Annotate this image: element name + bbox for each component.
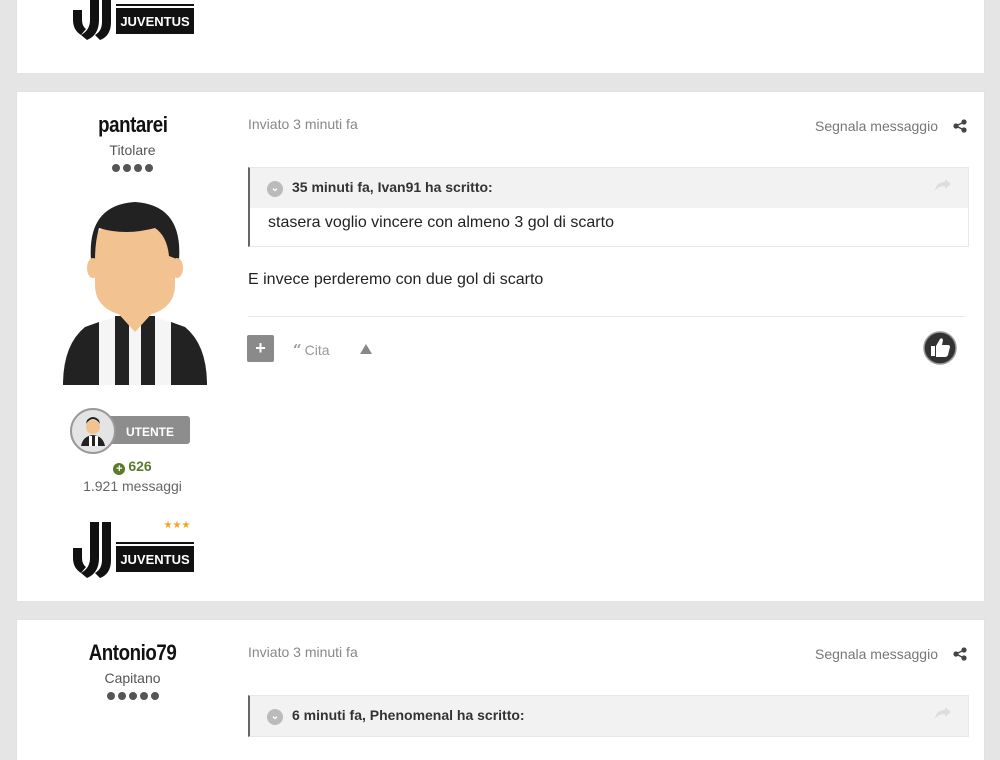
svg-text:JUVENTUS: JUVENTUS [120, 14, 190, 29]
quote-text: stasera voglio vincere con almeno 3 gol … [250, 208, 968, 246]
author-panel: Antonio79 Capitano [17, 640, 248, 702]
quote-block: ⌄ 35 minuti fa, Ivan91 ha scritto: stase… [248, 167, 969, 247]
rank-pips [17, 692, 248, 702]
svg-text:JUVENTUS: JUVENTUS [120, 552, 190, 567]
post-content: E invece perderemo con due gol di scarto [248, 271, 544, 288]
juventus-logo: ★★★ JUVENTUS [73, 520, 194, 578]
divider [248, 316, 966, 317]
post-card: Antonio79 Capitano Inviato 3 minuti fa S… [17, 620, 984, 760]
arrow-up-icon[interactable] [360, 344, 372, 354]
plus-icon[interactable]: + [247, 335, 274, 362]
quote-block: ⌄ 6 minuti fa, Phenomenal ha scritto: [248, 695, 969, 737]
rank-badge: UTENTE [70, 408, 190, 454]
author-panel: pantarei Titolare [17, 112, 248, 174]
post-date[interactable]: Inviato 3 minuti fa [248, 644, 358, 660]
forward-arrow-icon[interactable] [934, 706, 952, 720]
report-post-link[interactable]: Segnala messaggio [815, 118, 938, 134]
author-rank: Titolare [109, 142, 156, 158]
thumbs-up-icon[interactable] [923, 331, 957, 365]
quote-header: ⌄ 35 minuti fa, Ivan91 ha scritto: [250, 168, 968, 208]
chevron-down-icon[interactable]: ⌄ [267, 181, 283, 197]
author-name[interactable]: pantarei [98, 112, 168, 138]
quote-icon: “ [293, 341, 302, 359]
posts-count: 1.921 messaggi [83, 478, 182, 494]
reputation: +626 [17, 458, 248, 475]
post-card: pantarei Titolare UTENTE +626 1.921 mess… [17, 92, 984, 601]
chevron-down-icon[interactable]: ⌄ [267, 709, 283, 725]
author-name[interactable]: Antonio79 [89, 640, 177, 666]
svg-text:UTENTE: UTENTE [126, 425, 174, 439]
share-icon[interactable] [953, 647, 967, 661]
rank-pips [17, 164, 248, 174]
plus-circle-icon: + [113, 463, 126, 475]
quote-citation: 35 minuti fa, Ivan91 ha scritto: [292, 179, 493, 195]
quote-header: ⌄ 6 minuti fa, Phenomenal ha scritto: [250, 696, 968, 736]
report-post-link[interactable]: Segnala messaggio [815, 646, 938, 662]
quote-button[interactable]: “Cita [293, 341, 330, 359]
juventus-logo: JUVENTUS [73, 0, 194, 40]
author-rank: Capitano [104, 670, 161, 686]
svg-text:★★★: ★★★ [164, 520, 191, 531]
post-date[interactable]: Inviato 3 minuti fa [248, 116, 358, 132]
post-card-previous: JUVENTUS [17, 0, 984, 73]
share-icon[interactable] [953, 119, 967, 133]
avatar[interactable] [55, 200, 215, 390]
forward-arrow-icon[interactable] [934, 178, 952, 192]
